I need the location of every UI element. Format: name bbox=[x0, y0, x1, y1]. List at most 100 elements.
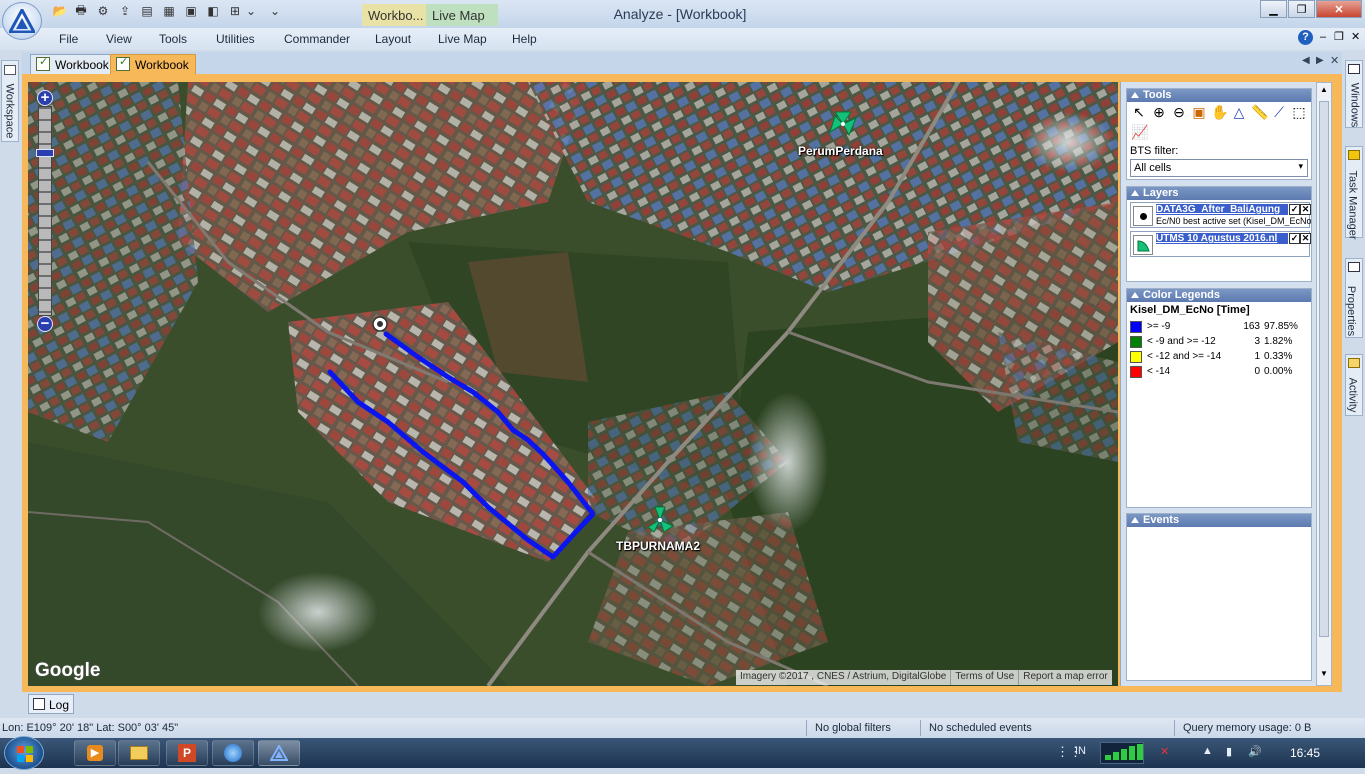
scheduled-events-status[interactable]: No scheduled events bbox=[929, 722, 1032, 734]
color-legends-header[interactable]: Color Legends bbox=[1127, 289, 1311, 302]
menu-utilities[interactable]: Utilities bbox=[216, 32, 255, 46]
events-header[interactable]: Events bbox=[1127, 514, 1311, 527]
layer-remove-icon[interactable]: ✕ bbox=[1300, 204, 1311, 215]
bts-filter-label: BTS filter: bbox=[1130, 145, 1179, 157]
layer-remove-icon[interactable]: ✕ bbox=[1300, 233, 1311, 244]
layer-item-utms[interactable]: UTMS 10 Agustus 2016.nl ✓ ✕ bbox=[1130, 231, 1311, 257]
menu-commander[interactable]: Commander bbox=[284, 32, 350, 46]
menu-live-map[interactable]: Live Map bbox=[438, 32, 487, 46]
scroll-thumb[interactable] bbox=[1319, 101, 1329, 637]
menu-view[interactable]: View bbox=[106, 32, 132, 46]
mdi-close-icon[interactable]: ✕ bbox=[1351, 30, 1360, 43]
calendar-icon[interactable]: ▣ bbox=[183, 3, 199, 19]
browser-icon[interactable] bbox=[212, 740, 254, 766]
page-icon[interactable]: ▤ bbox=[139, 3, 155, 19]
ruler-tool-icon[interactable]: 📏 bbox=[1251, 105, 1268, 121]
device-icon[interactable]: ◧ bbox=[205, 3, 221, 19]
menu-file[interactable]: File bbox=[59, 32, 78, 46]
activity-dock-tab[interactable]: Activity bbox=[1345, 354, 1363, 416]
document-tab-bar: Workbook Workbook ◀ ▶ ✕ bbox=[22, 52, 1342, 74]
powerpoint-icon[interactable]: P bbox=[166, 740, 208, 766]
scroll-up-icon[interactable]: ▲ bbox=[1320, 85, 1328, 94]
layer-visible-checkbox[interactable]: ✓ bbox=[1289, 233, 1300, 244]
windows-dock-tab[interactable]: Windows bbox=[1345, 60, 1363, 128]
zoom-slider-thumb[interactable] bbox=[36, 149, 54, 157]
zoom-out-button[interactable]: − bbox=[37, 316, 53, 332]
clock[interactable]: 16:45 bbox=[1290, 746, 1320, 760]
menu-help[interactable]: Help bbox=[512, 32, 537, 46]
task-manager-dock-tab[interactable]: Task Manager bbox=[1345, 146, 1363, 240]
language-indicator[interactable]: IN bbox=[1075, 745, 1086, 757]
tab-scroll-left-icon[interactable]: ◀ bbox=[1302, 55, 1310, 66]
legend-swatch-yellow bbox=[1130, 351, 1142, 363]
close-button[interactable]: ✕ bbox=[1316, 0, 1362, 18]
tab-workbook-2[interactable]: Workbook bbox=[110, 54, 196, 74]
satellite-imagery bbox=[28, 82, 1118, 686]
tab-label: Workbook bbox=[55, 58, 109, 72]
layer-item-data3g[interactable]: DATA3G_After_BaliAgung Ec/N0 best active… bbox=[1130, 202, 1311, 228]
title-bar: 📂 🖶 ⚙ ⇪ ▤ ▦ ▣ ◧ ⊞ ⌄ ⌄ Workbo... Live Map… bbox=[0, 0, 1365, 28]
app-logo-icon[interactable] bbox=[2, 2, 42, 40]
pointer-tool-icon[interactable]: ↖ bbox=[1131, 105, 1147, 121]
layers-header[interactable]: Layers bbox=[1127, 187, 1311, 200]
tab-close-icon[interactable]: ✕ bbox=[1330, 54, 1339, 67]
scroll-down-icon[interactable]: ▼ bbox=[1320, 669, 1328, 678]
bts-filter-value: All cells bbox=[1134, 162, 1172, 174]
site-tool-icon[interactable]: △ bbox=[1231, 105, 1247, 121]
grid-icon[interactable]: ▦ bbox=[161, 3, 177, 19]
activity-dock-label: Activity bbox=[1346, 377, 1359, 413]
windows-icon bbox=[1348, 64, 1360, 74]
layer-visible-checkbox[interactable]: ✓ bbox=[1289, 204, 1300, 215]
file-explorer-icon[interactable] bbox=[118, 740, 160, 766]
report-map-error-link[interactable]: Report a map error bbox=[1018, 670, 1111, 685]
menu-tools[interactable]: Tools bbox=[159, 32, 187, 46]
legend-label: >= -9 bbox=[1147, 321, 1171, 332]
export-icon[interactable]: ⇪ bbox=[117, 3, 133, 19]
legend-percent: 0.00% bbox=[1264, 366, 1293, 377]
panel-scrollbar[interactable]: ▲ ▼ bbox=[1316, 82, 1332, 686]
line-tool-icon[interactable]: ⟋ bbox=[1271, 105, 1287, 121]
context-tab-live-map[interactable]: Live Map bbox=[426, 4, 498, 26]
minimize-button[interactable]: ▁ bbox=[1260, 0, 1287, 18]
region-tool-icon[interactable]: ⬚ bbox=[1291, 105, 1307, 121]
zoom-in-button[interactable]: + bbox=[37, 90, 53, 106]
tools-icon[interactable]: ⚙ bbox=[95, 3, 111, 19]
bts-filter-select[interactable]: All cells ▾ bbox=[1130, 159, 1308, 177]
mdi-restore-icon[interactable]: ❐ bbox=[1334, 30, 1344, 43]
signal-strength-icon[interactable] bbox=[1100, 742, 1144, 764]
customize-arrow-icon[interactable]: ⌄ bbox=[270, 3, 280, 19]
tools-header[interactable]: Tools bbox=[1127, 89, 1311, 102]
tab-scroll-right-icon[interactable]: ▶ bbox=[1316, 55, 1324, 66]
right-dock: Windows Task Manager Properties Activity bbox=[1343, 58, 1365, 478]
context-tab-workbook[interactable]: Workbo... bbox=[362, 4, 426, 26]
map-view[interactable]: PerumPerdana TBPURNAMA2 bbox=[28, 82, 1118, 686]
print-icon[interactable]: 🖶 bbox=[73, 3, 89, 19]
properties-dock-tab[interactable]: Properties bbox=[1345, 258, 1363, 338]
analyze-app-icon[interactable] bbox=[258, 740, 300, 766]
zoom-slider[interactable] bbox=[36, 106, 54, 316]
show-hidden-icons[interactable]: ▲ bbox=[1202, 745, 1213, 757]
start-button[interactable] bbox=[4, 736, 44, 770]
chart-tool-icon[interactable]: 📈 bbox=[1131, 125, 1148, 141]
help-icon[interactable]: ? bbox=[1298, 30, 1313, 45]
hand-tool-icon[interactable]: ✋ bbox=[1211, 105, 1228, 121]
tab-workbook-1[interactable]: Workbook bbox=[30, 54, 116, 74]
add-icon[interactable]: ⊞ bbox=[227, 3, 243, 19]
mdi-minimize-icon[interactable]: – bbox=[1320, 31, 1326, 43]
device-tray-icon[interactable]: ▮ bbox=[1226, 745, 1232, 758]
terms-of-use-link[interactable]: Terms of Use bbox=[950, 670, 1018, 685]
menu-layout[interactable]: Layout bbox=[375, 32, 411, 46]
dropdown-arrow-icon[interactable]: ⌄ bbox=[246, 3, 256, 19]
open-icon[interactable]: 📂 bbox=[52, 3, 68, 19]
workspace-dock-tab[interactable]: Workspace bbox=[1, 60, 19, 142]
log-tab[interactable]: Log bbox=[28, 694, 74, 714]
global-filters-status[interactable]: No global filters bbox=[815, 722, 891, 734]
maximize-button[interactable]: ❐ bbox=[1288, 0, 1315, 18]
map-side-panel: Tools ↖ ⊕ ⊖ ▣ ✋ △ 📏 ⟋ ⬚ 📈 BTS filter: Al… bbox=[1120, 82, 1316, 686]
network-disconnected-icon[interactable]: ✕ bbox=[1160, 745, 1169, 758]
media-player-icon[interactable]: ▶ bbox=[74, 740, 116, 766]
volume-icon[interactable]: 🔊 bbox=[1248, 745, 1262, 758]
zoom-in-tool-icon[interactable]: ⊕ bbox=[1151, 105, 1167, 121]
zoom-extent-tool-icon[interactable]: ▣ bbox=[1191, 105, 1207, 121]
zoom-out-tool-icon[interactable]: ⊖ bbox=[1171, 105, 1187, 121]
